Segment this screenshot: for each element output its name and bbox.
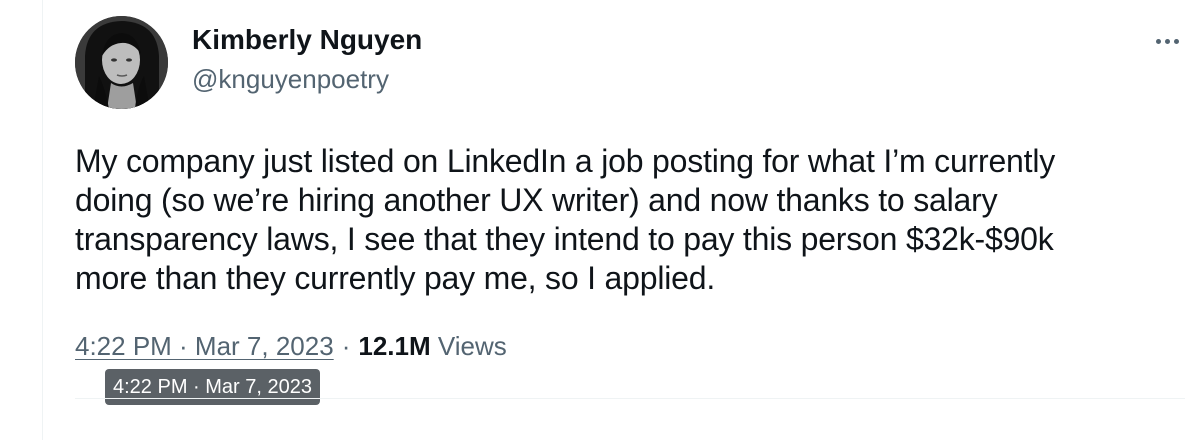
timeline-border (42, 0, 43, 440)
views-label: Views (437, 331, 507, 361)
tweet-text-line: My company just listed on LinkedIn a job… (75, 143, 1056, 179)
tweet: Kimberly Nguyen @knguyenpoetry My compan… (75, 0, 1185, 440)
timestamp-tooltip: 4:22 PM · Mar 7, 2023 (105, 369, 320, 405)
display-name[interactable]: Kimberly Nguyen (192, 22, 422, 58)
more-horizontal-icon (1154, 38, 1181, 44)
tweet-text-line: transparency laws, I see that they inten… (75, 221, 1054, 257)
user-handle[interactable]: @knguyenpoetry (192, 62, 422, 96)
tweet-meta: 4:22 PM · Mar 7, 2023 · 12.1M Views (75, 328, 507, 364)
views-count: 12.1M (358, 331, 431, 361)
timestamp-link[interactable]: 4:22 PM · Mar 7, 2023 (75, 331, 334, 361)
tweet-text: My company just listed on LinkedIn a job… (75, 142, 1170, 298)
meta-separator: · (341, 331, 351, 361)
divider (75, 398, 1185, 399)
author-info: Kimberly Nguyen @knguyenpoetry (192, 22, 422, 96)
tweet-text-line: more than they currently pay me, so I ap… (75, 260, 716, 296)
profile-photo-icon (75, 16, 168, 109)
tweet-text-line: doing (so we’re hiring another UX writer… (75, 182, 998, 218)
avatar[interactable] (75, 16, 168, 109)
more-options-button[interactable] (1149, 28, 1185, 54)
